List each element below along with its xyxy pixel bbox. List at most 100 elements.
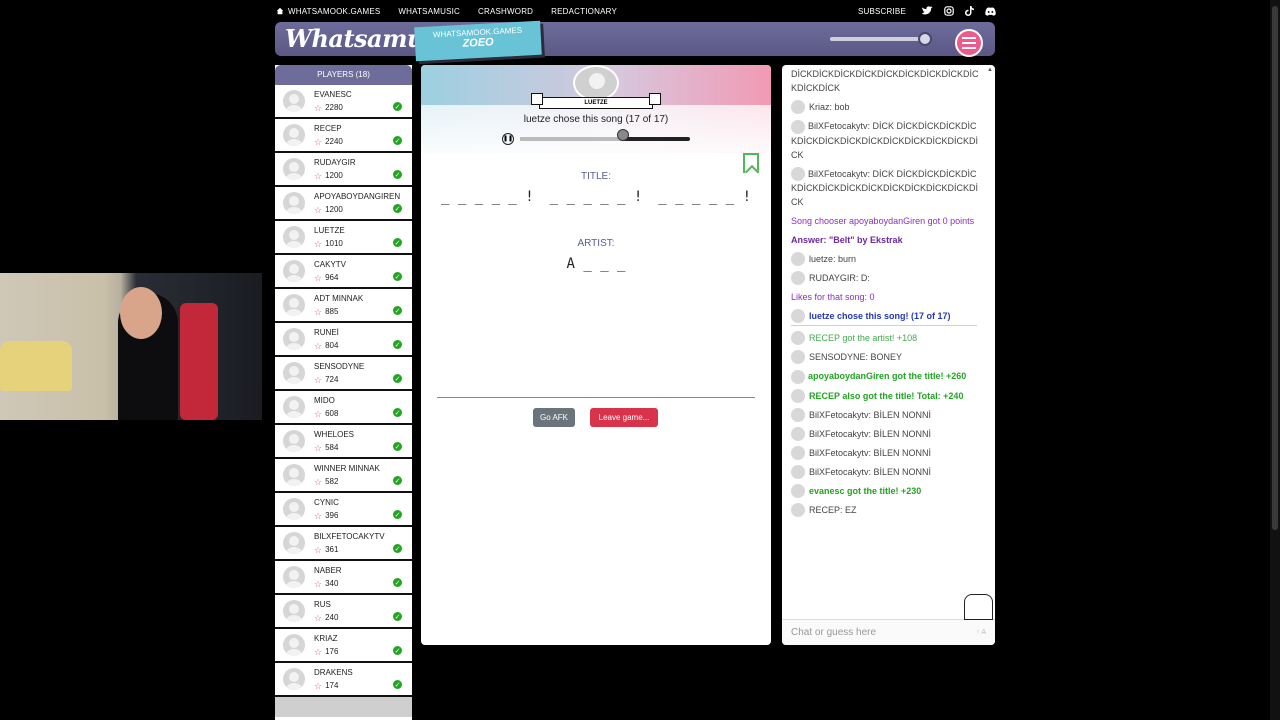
- check-icon: ✓: [393, 510, 402, 519]
- chat-message-text: BilXFetocakytv: BİLEN NONNİ: [809, 428, 932, 439]
- player-row[interactable]: RECEP ☆ 2240 ✓: [275, 119, 412, 153]
- chat-avatar: [791, 167, 805, 182]
- home-icon: [276, 7, 284, 15]
- player-row[interactable]: KRIAZ ☆ 176 ✓: [275, 629, 412, 663]
- nav-whatsamook-games[interactable]: WHATSAMOOK.GAMES: [276, 7, 380, 16]
- react-button[interactable]: [964, 594, 993, 620]
- player-score: ☆ 608: [314, 409, 338, 418]
- player-name: SENSODYNE: [314, 362, 365, 371]
- player-row[interactable]: CAKYTV ☆ 964 ✓: [275, 255, 412, 289]
- player-row[interactable]: MIDO ☆ 608 ✓: [275, 391, 412, 425]
- header-bar: Whatsamusic WHATSAMOOK.GAMES ZOEO: [275, 20, 995, 62]
- title-hint-word: _ _ _ _ _ !: [549, 189, 643, 205]
- player-score: ☆ 176: [314, 647, 338, 656]
- chat-message-text: RUDAYGIR: D:: [809, 273, 870, 284]
- chat-message: RECEP got the artist! +108: [791, 331, 979, 346]
- games-tag[interactable]: WHATSAMOOK.GAMES ZOEO: [414, 20, 542, 62]
- player-score: ☆ 584: [314, 443, 354, 452]
- tiktok-icon[interactable]: [964, 6, 975, 17]
- pause-button[interactable]: ❚❚: [502, 133, 514, 145]
- player-score: ☆ 174: [314, 681, 353, 690]
- player-row[interactable]: ADT MINNAK ☆ 885 ✓: [275, 289, 412, 323]
- player-row[interactable]: BILXFETOCAKYTV ☆ 361 ✓: [275, 527, 412, 561]
- player-row[interactable]: LUETZE ☆ 1010 ✓: [275, 221, 412, 255]
- chat-message-text: RECEP: EZ: [809, 504, 857, 515]
- nav-redactionary[interactable]: REDACTIONARY: [551, 7, 617, 16]
- player-row[interactable]: RUDAYGIR ☆ 1200 ✓: [275, 153, 412, 187]
- player-row[interactable]: RUS ☆ 240 ✓: [275, 595, 412, 629]
- avatar: [283, 430, 305, 452]
- star-icon: ☆: [314, 680, 323, 691]
- star-icon: ☆: [314, 646, 323, 657]
- page-scrollbar[interactable]: [1270, 0, 1280, 720]
- chat-message: RUDAYGIR: D:: [791, 271, 979, 286]
- avatar: [283, 362, 305, 384]
- page-scrollbar-thumb[interactable]: [1272, 6, 1278, 530]
- player-row[interactable]: NABER ☆ 340 ✓: [275, 561, 412, 595]
- player-row[interactable]: WINNER MINNAK ☆ 582 ✓: [275, 459, 412, 493]
- player-score-value: 361: [325, 545, 339, 554]
- player-score: ☆ 361: [314, 545, 385, 554]
- player-score-value: 1200: [325, 205, 343, 214]
- player-name: MIDO: [314, 396, 335, 405]
- chat-avatar: [791, 252, 805, 267]
- twitter-icon[interactable]: [922, 6, 933, 17]
- chat-message-text: luetze chose this song! (17 of 17): [809, 311, 951, 322]
- instagram-icon[interactable]: [943, 6, 954, 17]
- player-row[interactable]: EVANESC ☆ 2280 ✓: [275, 85, 412, 119]
- song-chooser-text: luetze chose this song (17 of 17): [523, 114, 669, 125]
- chat-avatar: [791, 369, 805, 384]
- bookmark-icon[interactable]: [743, 153, 759, 173]
- chat-input-hint: ↑ A: [976, 629, 986, 636]
- check-icon: ✓: [393, 170, 402, 179]
- player-score-value: 240: [325, 613, 339, 622]
- avatar: [283, 90, 305, 112]
- player-score-value: 176: [325, 647, 339, 656]
- subscribe-link[interactable]: SUBSCRIBE: [858, 7, 906, 16]
- chat-input-placeholder: Chat or guess here: [791, 627, 877, 638]
- player-row[interactable]: APOYABOYDANGIREN ☆ 1200 ✓: [275, 187, 412, 221]
- chat-avatar: [791, 100, 805, 114]
- player-row[interactable]: DRAKENS ☆ 174 ✓: [275, 663, 412, 697]
- chat-input[interactable]: Chat or guess here ↑ A: [782, 619, 995, 645]
- player-score: ☆ 2280: [314, 103, 352, 112]
- nav-crashword[interactable]: CRASHWORD: [478, 7, 533, 16]
- screen: WHATSAMOOK.GAMES WHATSAMUSIC CRASHWORD R…: [0, 0, 1280, 720]
- chat-message: BilXFetocakytv: BİLEN NONNİ: [791, 407, 979, 422]
- player-row[interactable]: WHELOES ☆ 584 ✓: [275, 425, 412, 459]
- volume-knob[interactable]: [918, 32, 932, 46]
- player-score-value: 582: [325, 477, 339, 486]
- go-afk-button[interactable]: Go AFK: [533, 408, 575, 427]
- player-row[interactable]: RUNEİ ☆ 804 ✓: [275, 323, 412, 357]
- chat-messages[interactable]: DİCKDİCKDİCKDİCKDİCKDİCKDİCKDİCKDİCKDİCK…: [782, 65, 995, 618]
- song-banner-lower: [421, 105, 771, 153]
- streamer-face: [120, 287, 162, 339]
- star-icon: ☆: [314, 136, 323, 147]
- avatar: [283, 158, 305, 180]
- chat-panel: DİCKDİCKDİCKDİCKDİCKDİCKDİCKDİCKDİCKDİCK…: [782, 65, 995, 645]
- player-row[interactable]: CYNIC ☆ 396 ✓: [275, 493, 412, 527]
- players-title: PLAYERS (18): [275, 65, 412, 85]
- avatar: [283, 634, 305, 656]
- player-name: NABER: [314, 566, 342, 575]
- volume-slider[interactable]: [830, 32, 932, 46]
- avatar: [283, 498, 305, 520]
- answer-message: Answer: "Belt" by Ekstrak: [791, 235, 903, 246]
- chat-message-text: DİCKDİCKDİCKDİCKDİCKDİCKDİCKDİCKDİCKDİCK…: [791, 69, 979, 93]
- discord-icon[interactable]: [985, 6, 996, 17]
- leave-game-button[interactable]: Leave game...: [590, 408, 658, 427]
- check-icon: ✓: [393, 544, 402, 553]
- chat-avatar: [791, 309, 805, 324]
- couch-image: [0, 341, 72, 391]
- song-progress-bar[interactable]: [520, 137, 690, 141]
- chat-scroll-up-icon[interactable]: ▲: [987, 67, 993, 73]
- star-icon: ☆: [314, 476, 323, 487]
- hamburger-menu-button[interactable]: [955, 29, 983, 57]
- chat-avatar: [791, 445, 805, 460]
- player-info: DRAKENS ☆ 174: [314, 668, 353, 690]
- player-row[interactable]: SENSODYNE ☆ 724 ✓: [275, 357, 412, 391]
- star-icon: ☆: [314, 612, 323, 623]
- nav-whatsamusic[interactable]: WHATSAMUSIC: [398, 7, 460, 16]
- avatar: [283, 192, 305, 214]
- chat-avatar: [791, 388, 805, 403]
